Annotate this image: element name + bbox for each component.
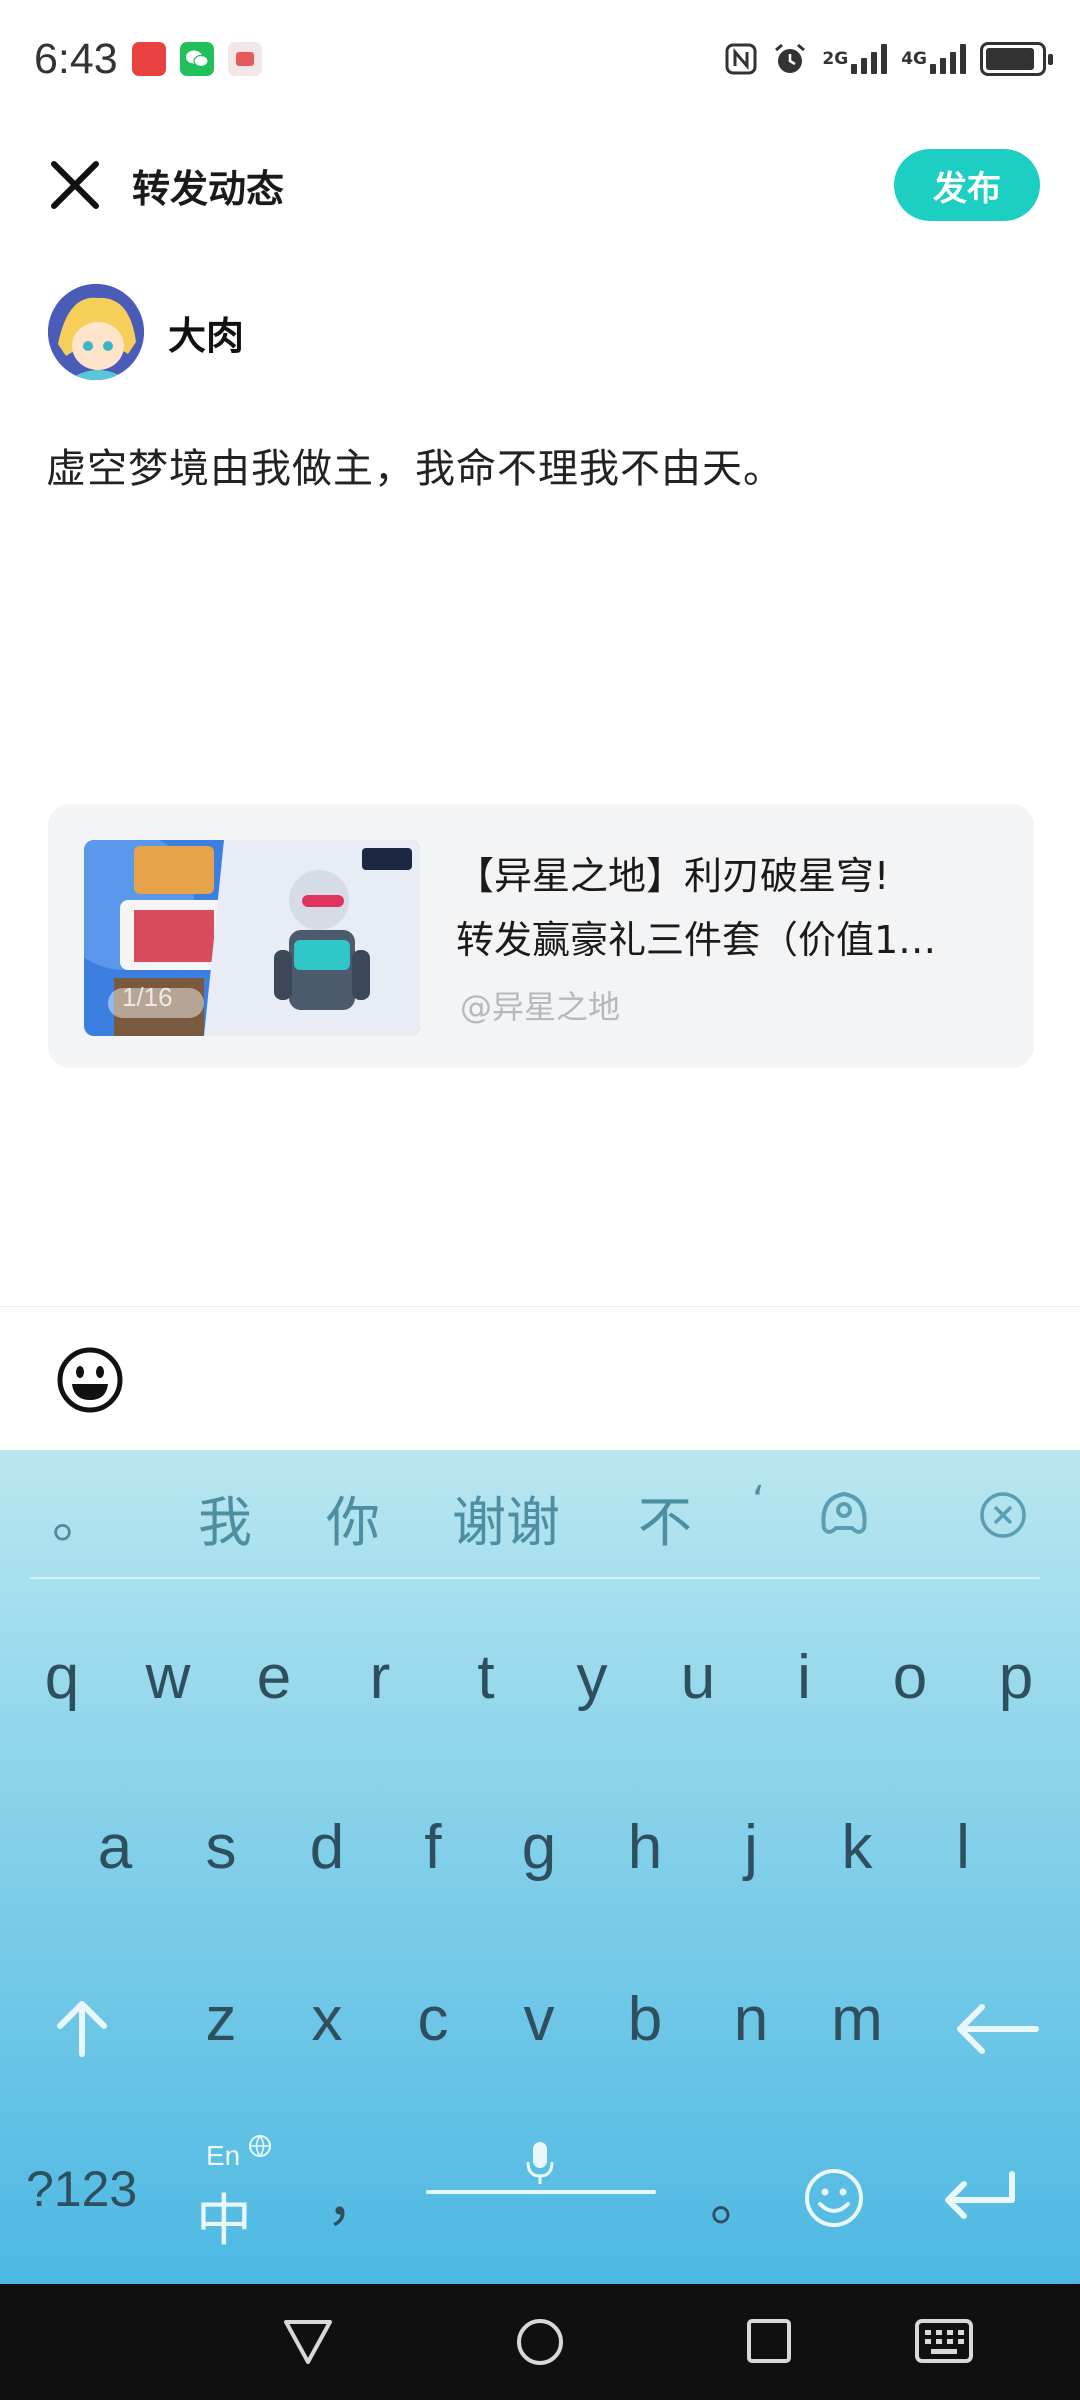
key-p[interactable]: p [971,1642,1061,1713]
candidate-5[interactable]: ‘ [752,1478,765,1524]
status-time: 6:43 [34,34,118,83]
signal-2g: 2G [822,44,888,74]
candidate-bar: 。 我 你 谢谢 不 ‘ [0,1450,1080,1579]
key-m[interactable]: m [812,1984,902,2055]
toolbar-divider [0,1306,1080,1307]
network-2g-label: 2G [822,48,849,69]
key-h[interactable]: h [600,1812,690,1883]
key-lang-en[interactable]: En [206,2140,240,2172]
candidate-4[interactable]: 不 [638,1478,692,1557]
soft-keyboard: 。 我 你 谢谢 不 ‘ q w e r t y u i o p a s d f… [0,1450,1080,2284]
nfc-icon [725,43,757,75]
key-d[interactable]: d [282,1812,372,1883]
status-bar: 6:43 2G 4G [0,0,1080,118]
emoji-picker-button[interactable] [56,1346,124,1414]
backspace-icon[interactable] [952,2002,1042,2056]
avatar[interactable] [48,284,144,380]
key-z[interactable]: z [176,1984,266,2055]
signal-icon [930,44,966,74]
key-e[interactable]: e [229,1642,319,1713]
battery-level [986,48,1034,70]
close-icon [51,161,99,209]
page-title: 转发动态 [132,166,285,211]
key-x[interactable]: x [282,1984,372,2055]
app-header: 转发动态 发布 [0,130,1080,240]
key-i[interactable]: i [759,1642,849,1713]
shift-icon[interactable] [52,1998,112,2058]
key-w[interactable]: w [123,1642,213,1713]
key-lang-zh[interactable]: 中 [196,2176,252,2257]
key-v[interactable]: v [494,1984,584,2055]
screen: 6:43 2G 4G 转发动态 发布 大肉 虚空梦境由我做主，我命不理我不由天。… [0,0,1080,2400]
globe-icon [249,2135,271,2158]
recents-icon[interactable] [746,2318,792,2364]
emoji-icon [57,1347,123,1413]
key-f[interactable]: f [388,1812,478,1883]
home-icon[interactable] [514,2316,566,2368]
enter-icon[interactable] [938,2168,1022,2224]
candidate-2[interactable]: 你 [326,1478,380,1557]
key-u[interactable]: u [653,1642,743,1713]
wechat-icon [179,42,214,76]
network-4g-label: 4G [901,48,927,69]
space-key[interactable] [426,2190,656,2194]
post-text[interactable]: 虚空梦境由我做主，我命不理我不由天。 [46,436,784,494]
key-s[interactable]: s [176,1812,266,1883]
key-q[interactable]: q [17,1642,107,1713]
status-indicators: 2G 4G [724,41,1053,77]
shared-post-thumbnail: 1/16 [84,840,420,1036]
key-y[interactable]: y [547,1642,637,1713]
key-o[interactable]: o [865,1642,955,1713]
shared-post-card[interactable]: 1/16 【异星之地】利刃破星穹! 转发赢豪礼三件套（价值1… @异星之地 [48,804,1034,1068]
battery-icon [980,42,1053,76]
signal-4g: 4G [901,44,966,74]
keyboard-switch-icon[interactable] [914,2318,974,2364]
back-icon[interactable] [282,2318,334,2366]
key-comma[interactable]: ， [326,2156,382,2237]
gamepad-icon[interactable] [814,1484,874,1544]
signal-icon [851,44,888,74]
key-b[interactable]: b [600,1984,690,2055]
huawei-app-icon [131,42,166,76]
shared-post-author: @异星之地 [460,988,621,1026]
key-j[interactable]: j [706,1812,796,1883]
key-a[interactable]: a [70,1812,160,1883]
key-symbols[interactable]: ?123 [26,2160,137,2218]
username[interactable]: 大肉 [168,305,244,360]
microphone-icon[interactable] [524,2140,556,2186]
candidate-1[interactable]: 我 [198,1478,252,1557]
key-n[interactable]: n [706,1984,796,2055]
close-button[interactable] [40,150,110,220]
key-l[interactable]: l [918,1812,1008,1883]
candidate-0[interactable]: 。 [52,1474,106,1553]
close-candidates-icon[interactable] [978,1490,1028,1540]
candidate-3[interactable]: 谢谢 [452,1478,560,1557]
key-t[interactable]: t [441,1642,531,1713]
shared-post-title-line1: 【异星之地】利刃破星穹! [456,854,890,898]
emoji-key-icon[interactable] [802,2166,866,2230]
key-k[interactable]: k [812,1812,902,1883]
publish-button[interactable]: 发布 [894,149,1040,221]
author-row: 大肉 [48,284,244,380]
key-period[interactable]: 。 [710,2156,766,2237]
key-r[interactable]: r [335,1642,425,1713]
candidate-divider [30,1577,1040,1579]
system-navigation-bar [0,2284,1080,2400]
app-icon [227,42,262,76]
thumbnail-page-badge: 1/16 [122,982,173,1012]
shared-post-title-line2: 转发赢豪礼三件套（价值1… [456,918,937,962]
key-g[interactable]: g [494,1812,584,1883]
key-c[interactable]: c [388,1984,478,2055]
alarm-icon [775,43,806,73]
